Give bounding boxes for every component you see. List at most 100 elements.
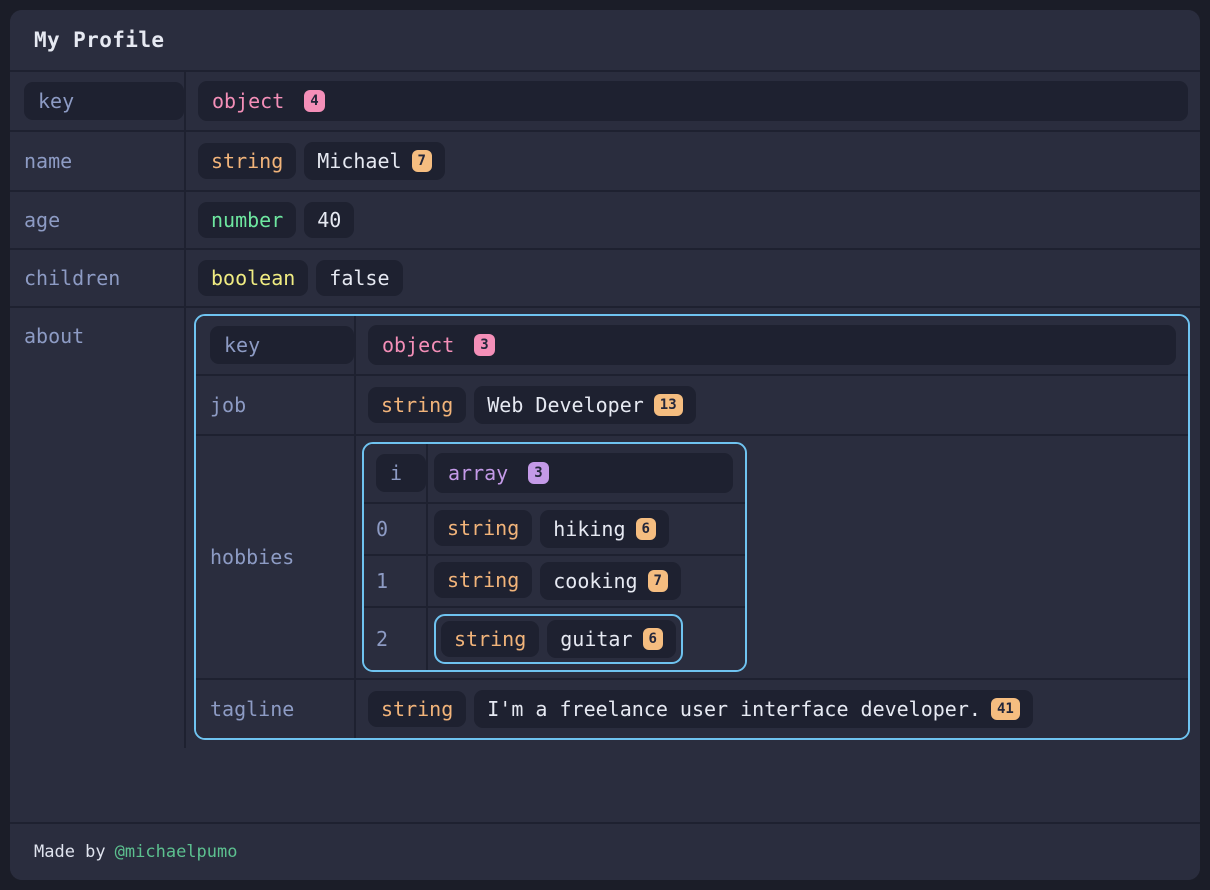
row-job[interactable]: job string Web Developer 13 — [196, 376, 1188, 436]
row-tagline-type-pill[interactable]: string — [368, 691, 467, 727]
list-item[interactable]: 0 string hiking 6 — [364, 504, 745, 556]
row-name-key-label: name — [24, 149, 73, 173]
row-children-value-text: false — [329, 266, 390, 290]
hobby-2-index-cell: 2 — [364, 608, 428, 670]
hobbies-header-value-cell: array 3 — [428, 444, 745, 502]
row-job-value-pill[interactable]: Web Developer 13 — [474, 386, 696, 424]
hobby-1-value-cell: string cooking 7 — [428, 556, 745, 606]
row-age-key-cell: age — [10, 192, 186, 248]
row-tagline-count-badge: 41 — [990, 698, 1020, 720]
about-header-row: key object 3 — [196, 316, 1188, 376]
about-object-container: key object 3 job string Web Developer 13… — [194, 314, 1190, 740]
row-tagline[interactable]: tagline string I'm a freelance user inte… — [196, 680, 1188, 738]
about-header-type-chip[interactable]: object 3 — [368, 325, 1176, 365]
row-job-key-cell: job — [196, 376, 356, 434]
root-header-value-cell: object 4 — [186, 72, 1200, 130]
about-header-key-chip: key — [210, 326, 354, 364]
root-header-key-chip: key — [24, 82, 184, 120]
row-name-type-pill[interactable]: string — [198, 143, 297, 179]
hobby-0-index-cell: 0 — [364, 504, 428, 554]
row-age-type-pill[interactable]: number — [198, 202, 297, 238]
row-job-value-text: Web Developer — [487, 393, 644, 417]
panel-footer: Made by @michaelpumo — [10, 822, 1200, 880]
hobby-1-count-badge: 7 — [647, 570, 668, 592]
root-header-type-chip[interactable]: object 4 — [198, 81, 1188, 121]
page-title: My Profile — [34, 28, 165, 52]
row-age-value-cell: number 40 — [186, 192, 1200, 248]
row-name-value-pill[interactable]: Michael 7 — [304, 142, 445, 180]
root-header-key-cell: key — [10, 72, 186, 130]
row-about-key-cell: about — [10, 308, 186, 748]
row-tagline-value-pill[interactable]: I'm a freelance user interface developer… — [474, 690, 1033, 728]
row-tagline-value-cell: string I'm a freelance user interface de… — [356, 680, 1188, 738]
about-type-label: object — [382, 333, 455, 357]
row-children-key-label: children — [24, 266, 121, 290]
about-header-key-cell: key — [196, 316, 356, 374]
hobbies-header-type-chip[interactable]: array 3 — [434, 453, 733, 493]
author-handle-link[interactable]: @michaelpumo — [115, 842, 238, 862]
hobby-0-value-pill[interactable]: hiking 6 — [540, 510, 669, 548]
row-job-type-pill[interactable]: string — [368, 387, 467, 423]
root-type-label: object — [212, 89, 285, 113]
root-header-key-label: key — [38, 89, 75, 113]
hobbies-array-container: i array 3 0 string hiking 6 1 string coo… — [362, 442, 747, 672]
list-item[interactable]: 1 string cooking 7 — [364, 556, 745, 608]
about-count-badge: 3 — [474, 334, 495, 356]
row-tagline-key-cell: tagline — [196, 680, 356, 738]
hobby-1-value-text: cooking — [553, 569, 638, 593]
hobby-0-value-cell: string hiking 6 — [428, 504, 745, 554]
hobby-2-value-cell: string guitar 6 — [428, 608, 745, 670]
row-job-value-cell: string Web Developer 13 — [356, 376, 1188, 434]
hobby-0-type-pill[interactable]: string — [434, 510, 533, 546]
row-tagline-key-label: tagline — [210, 697, 295, 721]
hobby-1-type-pill[interactable]: string — [434, 562, 533, 598]
row-name-key-cell: name — [10, 132, 186, 190]
made-by-label: Made by — [34, 842, 106, 862]
row-age-value-text: 40 — [317, 208, 342, 232]
panel-header: My Profile — [10, 10, 1200, 72]
row-name[interactable]: name string Michael 7 — [10, 132, 1200, 192]
root-header-row: key object 4 — [10, 72, 1200, 132]
row-about: about key object 3 job string Web Develo… — [10, 308, 1200, 748]
hobbies-header-index-cell: i — [364, 444, 428, 502]
hobby-1-index-label: 1 — [376, 569, 389, 593]
row-job-count-badge: 13 — [653, 394, 683, 416]
hobbies-header-index-chip: i — [376, 454, 426, 492]
hobbies-count-badge: 3 — [528, 462, 549, 484]
hobby-2-type-pill[interactable]: string — [441, 621, 540, 657]
row-children-key-cell: children — [10, 250, 186, 306]
hobby-0-count-badge: 6 — [635, 518, 656, 540]
row-children-value-cell: boolean false — [186, 250, 1200, 306]
row-name-value-text: Michael — [317, 149, 402, 173]
about-header-key-label: key — [224, 333, 261, 357]
row-children-value-pill[interactable]: false — [316, 260, 403, 296]
row-age-value-pill[interactable]: 40 — [304, 202, 355, 238]
json-tree: key object 4 name string Michael 7 age n… — [10, 72, 1200, 822]
row-name-value-cell: string Michael 7 — [186, 132, 1200, 190]
row-hobbies-value-cell: i array 3 0 string hiking 6 1 string coo… — [356, 436, 1188, 678]
hobby-2-selected-group[interactable]: string guitar 6 — [434, 614, 683, 664]
row-hobbies-key-label: hobbies — [210, 545, 295, 569]
hobbies-header-row: i array 3 — [364, 444, 745, 504]
row-about-value-cell: key object 3 job string Web Developer 13… — [186, 308, 1200, 748]
hobby-1-value-pill[interactable]: cooking 7 — [540, 562, 681, 600]
row-children[interactable]: children boolean false — [10, 250, 1200, 308]
hobby-0-index-label: 0 — [376, 517, 389, 541]
row-children-type-pill[interactable]: boolean — [198, 260, 309, 296]
hobby-2-value-pill[interactable]: guitar 6 — [547, 620, 676, 658]
profile-panel: My Profile key object 4 name string Mich… — [10, 10, 1200, 880]
row-tagline-value-text: I'm a freelance user interface developer… — [487, 697, 981, 721]
row-job-key-label: job — [210, 393, 247, 417]
hobby-1-index-cell: 1 — [364, 556, 428, 606]
hobby-2-count-badge: 6 — [642, 628, 663, 650]
row-age[interactable]: age number 40 — [10, 192, 1200, 250]
hobbies-header-index-label: i — [390, 461, 403, 485]
hobby-0-value-text: hiking — [553, 517, 626, 541]
list-item[interactable]: 2 string guitar 6 — [364, 608, 745, 670]
hobby-2-value-text: guitar — [560, 627, 633, 651]
about-header-value-cell: object 3 — [356, 316, 1188, 374]
hobbies-type-label: array — [448, 461, 509, 485]
row-age-key-label: age — [24, 208, 61, 232]
row-about-key-label: about — [24, 324, 85, 348]
row-hobbies: hobbies i array 3 0 string hiking 6 1 st… — [196, 436, 1188, 680]
